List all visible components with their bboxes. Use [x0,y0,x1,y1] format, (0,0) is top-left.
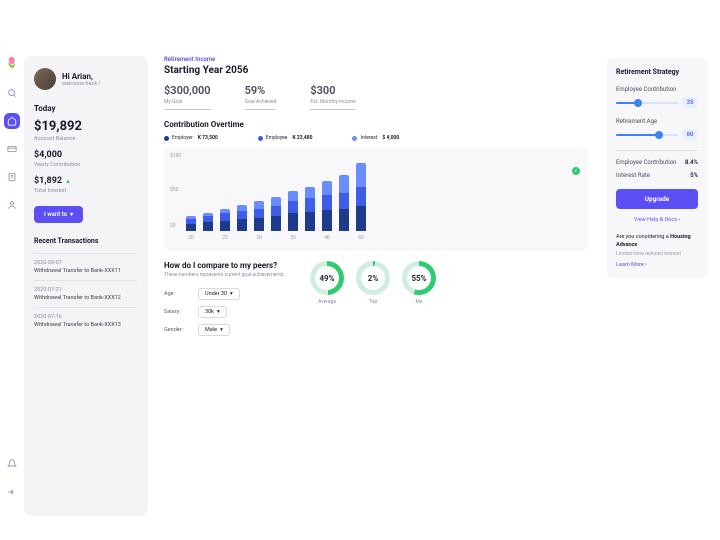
today-label: Today [34,104,138,113]
stat-goal: $300,000 [164,84,211,97]
promo-text: Are you considering a Housing AdvanceLim… [616,233,698,258]
account-balance-label: Account Balance [34,136,138,142]
doc-icon[interactable] [4,169,20,185]
avatar[interactable] [34,68,56,90]
chevron-down-icon: ▾ [220,327,223,333]
retirement-age-slider[interactable] [616,134,678,136]
search-icon[interactable] [4,85,20,101]
yearly-contribution-label: Yearly Contribution [34,162,138,168]
donut-average: 49%Average [310,261,344,342]
bar [254,201,264,231]
peers-subtitle: These numbers represents current goal ac… [164,272,294,278]
greeting: Hi Arian, [62,72,100,81]
transactions-title: Recent Transactions [34,237,138,245]
bar [237,205,247,231]
main-content: Retirement Income Starting Year 2056 $30… [148,0,602,540]
account-balance: $19,892 [34,119,138,134]
user-icon[interactable] [4,197,20,213]
transaction-row[interactable]: 2020-07-16Withdrawal Transfer to Bank-XX… [34,307,138,334]
stat-monthly: $300 [310,84,355,97]
check-icon: ✓ [572,167,580,175]
salary-select[interactable]: 30k▾ [198,306,227,318]
welcome-back: welcome back ! [62,81,100,87]
total-interest: $1,892 [34,176,62,186]
donut-me: 55%Me [402,261,436,342]
transaction-row[interactable]: 2020-08-07Withdrawal Transfer to Bank-XX… [34,253,138,280]
stat-achieved: 59% [245,84,277,97]
right-panel: Retirement Strategy Employee Contributio… [602,0,720,540]
bell-icon[interactable] [4,456,20,472]
bar [271,197,281,231]
bar [203,213,213,231]
contribution-slider[interactable] [616,102,678,104]
logout-icon[interactable] [4,484,20,500]
total-interest-label: Total Interest [34,188,138,194]
donut-top: 2%Top [356,261,390,342]
help-link[interactable]: View Help & Docs › [616,217,698,223]
bar [356,163,366,231]
bar [322,181,332,231]
sidebar: Hi Arian, welcome back ! Today $19,892 A… [24,56,148,516]
bar [288,191,298,231]
trend-up-icon: ▲ [65,178,71,185]
logo-icon: 🌷 [6,58,18,69]
yearly-contribution: $4,000 [34,150,138,160]
bar [220,209,230,231]
learn-more-link[interactable]: Learn More › [616,262,698,268]
card-icon[interactable] [4,141,20,157]
section-category: Retirement Income [164,56,588,63]
bar [339,175,349,231]
page-title: Starting Year 2056 [164,65,588,76]
bar [186,216,196,231]
peers-title: How do I compare to my peers? [164,261,294,270]
chevron-down-icon: ▾ [217,309,220,315]
i-want-to-button[interactable]: I want to▾ [34,206,83,223]
chart-title: Contribution Overtime [164,120,588,129]
chevron-down-icon: ▾ [230,291,233,297]
chevron-down-icon: ▾ [70,211,73,218]
transaction-row[interactable]: 2020-07-21Withdrawal Transfer to Bank-XX… [34,280,138,307]
bar [305,187,315,231]
home-icon[interactable] [4,113,20,129]
gender-select[interactable]: Male▾ [198,324,230,336]
chart-legend: EmployerK 73,500 EmployeeK 23,480 Intere… [164,135,588,141]
age-select[interactable]: Under 30▾ [198,288,240,300]
strategy-title: Retirement Strategy [616,68,698,76]
nav-rail: 🌷 [0,0,24,540]
contribution-chart: $100 $50 $0 202530354060 ✓ [164,147,588,251]
upgrade-button[interactable]: Upgrade [616,189,698,209]
